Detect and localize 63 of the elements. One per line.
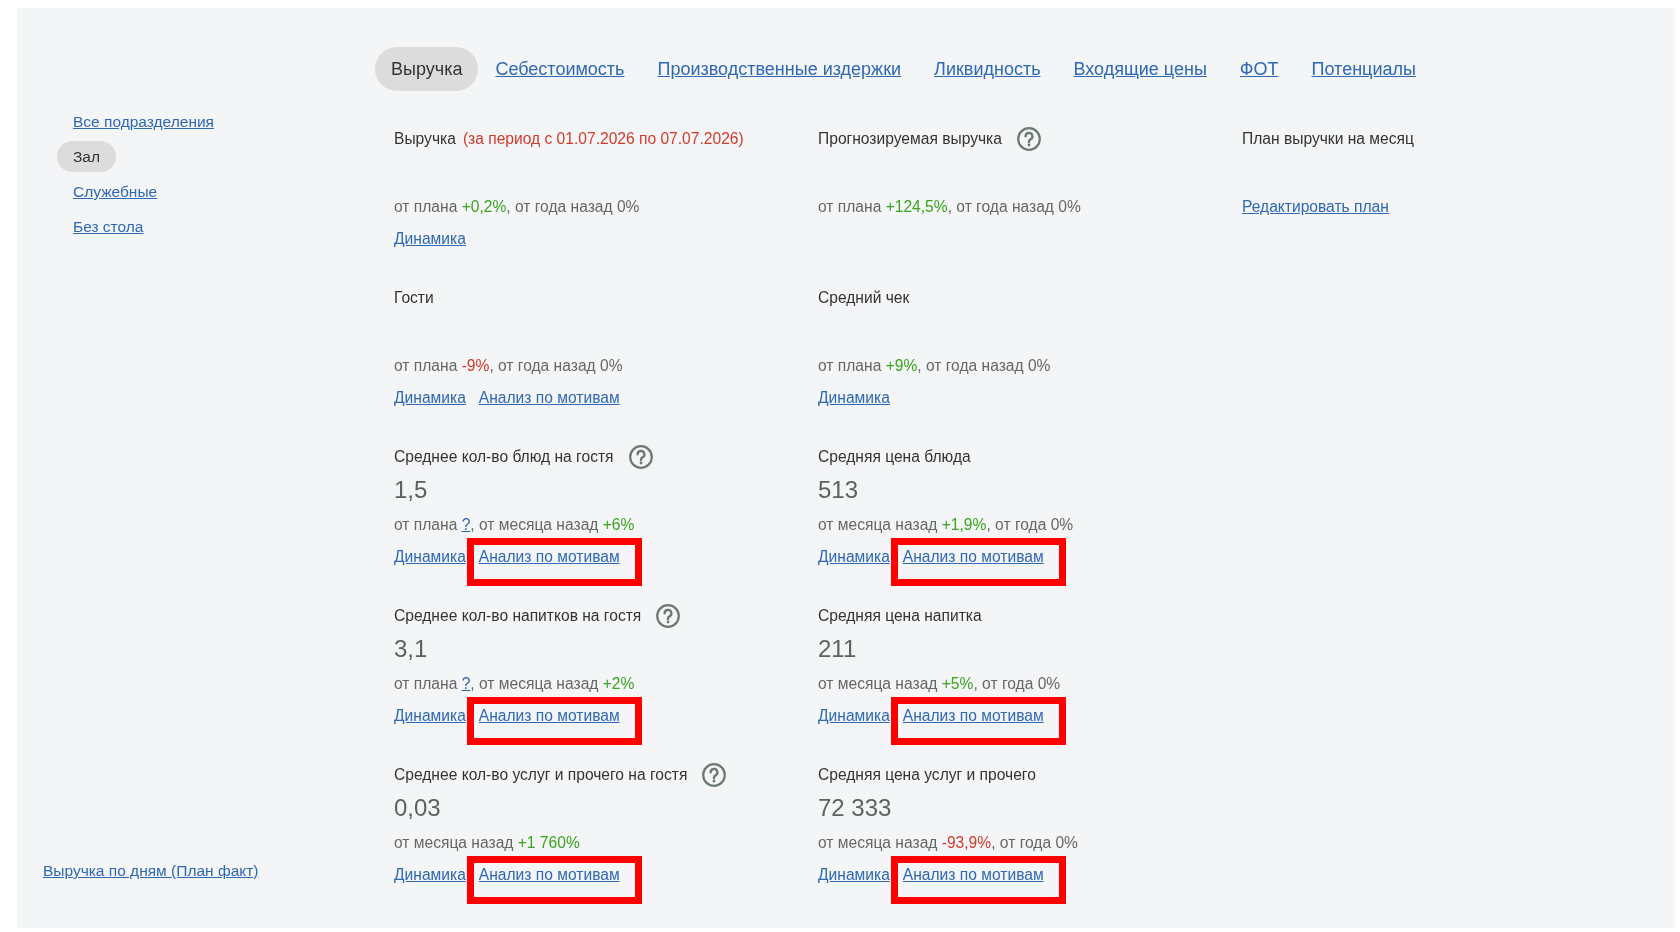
- metric-title: Средняя цена услуг и прочего: [818, 766, 1036, 784]
- link[interactable]: Анализ по мотивам: [478, 547, 620, 567]
- comparison-text: от плана +124,5%, от года назад 0%: [818, 198, 1081, 216]
- metric-value: 211: [818, 635, 857, 663]
- metric-value: 72 333: [818, 794, 892, 822]
- tab[interactable]: Выручка: [375, 47, 479, 91]
- link[interactable]: Динамика: [818, 383, 890, 408]
- link[interactable]: ?: [461, 516, 471, 533]
- comparison-text: от плана +9%, от года назад 0%: [818, 357, 1051, 375]
- link[interactable]: Анализ по мотивам: [902, 865, 1044, 885]
- sidebar-item[interactable]: Служебные: [57, 176, 174, 207]
- tab[interactable]: Входящие цены: [1057, 47, 1223, 91]
- comparison-text: от плана ?, от месяца назад +6%: [394, 516, 635, 534]
- link[interactable]: Динамика: [818, 542, 890, 567]
- link[interactable]: Анализ по мотивам: [478, 865, 620, 885]
- metric-title: Среднее кол-во блюд на гостя: [394, 448, 614, 466]
- comparison-text: от плана ?, от месяца назад +2%: [394, 675, 635, 693]
- sidebar-item[interactable]: Все подразделения: [57, 106, 230, 137]
- comparison-text: от плана +0,2%, от года назад 0%: [394, 198, 640, 216]
- tab[interactable]: Производственные издержки: [641, 47, 918, 91]
- sidebar-item[interactable]: Зал: [57, 141, 117, 172]
- tab[interactable]: Потенциалы: [1295, 47, 1432, 91]
- metric-title: Выручка: [394, 130, 456, 148]
- link[interactable]: ?: [461, 675, 471, 692]
- comparison-text: от месяца назад +1,9%, от года 0%: [818, 516, 1074, 534]
- period-note: (за период с 01.07.2026 по 07.07.2026): [462, 130, 744, 148]
- help-icon[interactable]: [628, 445, 653, 469]
- metric-title: План выручки на месяц: [1242, 130, 1414, 148]
- comparison-text: от месяца назад -93,9%, от года 0%: [818, 834, 1078, 852]
- sidebar-item[interactable]: Без стола: [57, 211, 160, 242]
- help-icon[interactable]: [656, 604, 681, 628]
- link[interactable]: Анализ по мотивам: [478, 706, 620, 726]
- link[interactable]: Динамика: [394, 224, 466, 249]
- metric-title: Средняя цена напитка: [818, 607, 982, 625]
- comparison-text: от плана -9%, от года назад 0%: [394, 357, 623, 375]
- link[interactable]: Анализ по мотивам: [478, 383, 620, 408]
- comparison-text: от месяца назад +5%, от года 0%: [818, 675, 1061, 693]
- link[interactable]: Динамика: [818, 701, 890, 726]
- metric-title: Гости: [394, 289, 434, 307]
- link[interactable]: Динамика: [394, 701, 466, 726]
- metric-value: 3,1: [394, 635, 428, 663]
- link[interactable]: Динамика: [394, 542, 466, 567]
- help-icon[interactable]: [1016, 127, 1041, 151]
- comparison-text: от месяца назад +1 760%: [394, 834, 580, 852]
- link[interactable]: Динамика: [818, 860, 890, 885]
- metric-title: Среднее кол-во услуг и прочего на гостя: [394, 766, 688, 784]
- metric-title: Прогнозируемая выручка: [818, 130, 1002, 148]
- link[interactable]: Редактировать план: [1242, 198, 1389, 216]
- metric-title: Средняя цена блюда: [818, 448, 971, 466]
- metric-title: Среднее кол-во напитков на гостя: [394, 607, 642, 625]
- metric-value: 1,5: [394, 476, 428, 504]
- tab[interactable]: ФОТ: [1223, 47, 1295, 91]
- tab[interactable]: Ликвидность: [918, 47, 1057, 91]
- link[interactable]: Динамика: [394, 860, 466, 885]
- metric-value: 513: [818, 476, 859, 504]
- report-link[interactable]: Выручка по дням (План факт): [43, 861, 259, 881]
- metric-value: 0,03: [394, 794, 441, 822]
- link[interactable]: Динамика: [394, 383, 466, 408]
- help-icon[interactable]: [702, 763, 727, 787]
- link[interactable]: Анализ по мотивам: [902, 547, 1044, 567]
- link[interactable]: Анализ по мотивам: [902, 706, 1044, 726]
- tab[interactable]: Себестоимость: [479, 47, 641, 91]
- metric-title: Средний чек: [818, 289, 910, 307]
